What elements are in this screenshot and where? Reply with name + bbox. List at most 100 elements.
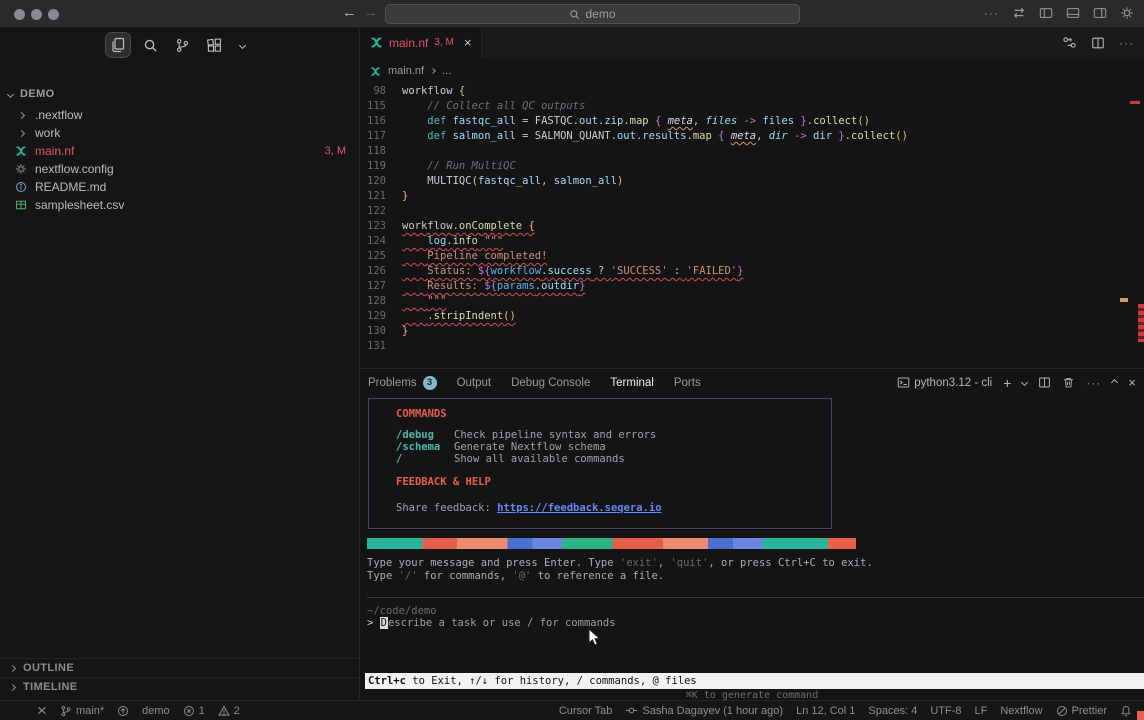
toggle-secondary-sidebar-icon[interactable] bbox=[1093, 6, 1107, 20]
terminal-body[interactable]: COMMANDS /debugCheck pipeline syntax and… bbox=[360, 396, 1144, 701]
close-panel-icon[interactable]: × bbox=[1128, 375, 1136, 390]
nextflow-file-icon bbox=[370, 36, 383, 49]
status-item-publish[interactable] bbox=[117, 705, 129, 717]
code-line-117[interactable]: 117 def salmon_all = SALMON_QUANT.out.re… bbox=[360, 129, 1144, 144]
sidebar-explorer: DEMO .nextflowworkmain.nf3, Mnextflow.co… bbox=[0, 28, 360, 700]
terminal-instance[interactable]: python3.12 - cli bbox=[897, 376, 992, 389]
open-changes-icon[interactable] bbox=[1062, 35, 1077, 50]
traffic-light-close[interactable] bbox=[14, 9, 25, 20]
code-editor[interactable]: 98 workflow {115 // Collect all QC output… bbox=[360, 84, 1144, 354]
status-item-spaces-4[interactable]: Spaces: 4 bbox=[868, 705, 917, 717]
section-title: DEMO bbox=[20, 88, 55, 100]
line-number: 98 bbox=[360, 84, 386, 99]
extensions-icon[interactable] bbox=[202, 33, 226, 57]
file-row-nextflow-config[interactable]: nextflow.config bbox=[0, 160, 360, 178]
status-item-demo[interactable]: demo bbox=[142, 705, 170, 717]
breadcrumb-more[interactable]: ... bbox=[442, 65, 451, 77]
explorer-section-header[interactable]: DEMO bbox=[8, 88, 55, 100]
status-item-remote[interactable] bbox=[34, 704, 47, 717]
split-terminal-icon[interactable] bbox=[1038, 376, 1051, 389]
status-item-utf-8[interactable]: UTF-8 bbox=[930, 705, 961, 717]
tab-main-nf[interactable]: main.nf 3, M × bbox=[360, 28, 482, 57]
bell-icon bbox=[1120, 705, 1132, 717]
code-line-125[interactable]: 125 Pipeline completed! bbox=[360, 249, 1144, 264]
status-item-main-[interactable]: main* bbox=[60, 705, 104, 717]
code-line-124[interactable]: 124 log.info """ bbox=[360, 234, 1144, 249]
activity-overflow-icon[interactable] bbox=[234, 33, 250, 57]
status-item-lf[interactable]: LF bbox=[975, 705, 988, 717]
status-item-bell[interactable] bbox=[1120, 705, 1132, 717]
cli-command-row: /schemaGenerate Nextflow schema bbox=[396, 442, 656, 454]
panel-tab-terminal[interactable]: Terminal bbox=[610, 377, 653, 389]
toggle-sidebar-icon[interactable] bbox=[1039, 6, 1053, 20]
kill-terminal-icon[interactable] bbox=[1062, 376, 1075, 389]
terminal-dropdown-icon[interactable] bbox=[1021, 379, 1028, 386]
toggle-panel-icon[interactable] bbox=[1066, 6, 1080, 20]
status-item-2[interactable]: 2 bbox=[218, 705, 240, 717]
code-line-129[interactable]: 129 .stripIndent() bbox=[360, 309, 1144, 324]
divider bbox=[367, 597, 1144, 598]
file-row-readme-md[interactable]: README.md bbox=[0, 178, 360, 196]
outline-section[interactable]: OUTLINE bbox=[0, 658, 360, 677]
file-row-samplesheet-csv[interactable]: samplesheet.csv bbox=[0, 196, 360, 214]
code-line-121[interactable]: 121} bbox=[360, 189, 1144, 204]
explorer-icon[interactable] bbox=[106, 33, 130, 57]
feedback-link[interactable]: https://feedback.seqera.io bbox=[497, 502, 661, 514]
panel-tab-problems[interactable]: Problems3 bbox=[368, 376, 437, 390]
file-row--nextflow[interactable]: .nextflow bbox=[0, 106, 360, 124]
panel-more-actions-icon[interactable]: ··· bbox=[1086, 376, 1101, 390]
new-terminal-icon[interactable]: + bbox=[1003, 375, 1011, 391]
status-item-ln-12-col-1[interactable]: Ln 12, Col 1 bbox=[796, 705, 855, 717]
customize-layout-icon[interactable] bbox=[1120, 6, 1134, 20]
file-row-main-nf[interactable]: main.nf3, M bbox=[0, 142, 360, 160]
traffic-light-minimize[interactable] bbox=[31, 9, 42, 20]
search-view-icon[interactable] bbox=[138, 33, 162, 57]
panel-tab-output[interactable]: Output bbox=[457, 377, 492, 389]
breadcrumb[interactable]: main.nf ... bbox=[370, 61, 451, 81]
cli-prompt[interactable]: > Describe a task or use / for commands bbox=[367, 617, 616, 629]
line-content: workflow { bbox=[402, 84, 465, 99]
file-row-work[interactable]: work bbox=[0, 124, 360, 142]
timeline-section[interactable]: TIMELINE bbox=[0, 677, 360, 696]
code-line-123[interactable]: 123workflow.onComplete { bbox=[360, 219, 1144, 234]
status-item-1[interactable]: 1 bbox=[183, 705, 205, 717]
code-line-127[interactable]: 127 Results: ${params.outdir} bbox=[360, 279, 1144, 294]
panel-tab-debug-console[interactable]: Debug Console bbox=[511, 377, 590, 389]
code-line-119[interactable]: 119 // Run MultiQC bbox=[360, 159, 1144, 174]
line-number: 127 bbox=[360, 279, 386, 294]
nextflow-file-icon bbox=[370, 66, 381, 77]
code-line-130[interactable]: 130} bbox=[360, 324, 1144, 339]
code-line-118[interactable]: 118 bbox=[360, 144, 1144, 159]
editor-more-actions-icon[interactable]: ··· bbox=[1119, 36, 1134, 50]
source-control-icon[interactable] bbox=[170, 33, 194, 57]
status-item-prettier[interactable]: Prettier bbox=[1056, 705, 1107, 717]
line-number: 120 bbox=[360, 174, 386, 189]
forward-arrow-icon[interactable]: → bbox=[363, 4, 378, 21]
split-editor-icon[interactable] bbox=[1091, 36, 1105, 50]
status-item-label: Sasha Dagayev (1 hour ago) bbox=[642, 705, 783, 717]
code-line-115[interactable]: 115 // Collect all QC outputs bbox=[360, 99, 1144, 114]
mouse-cursor bbox=[588, 628, 601, 647]
code-line-131[interactable]: 131 bbox=[360, 339, 1144, 354]
breadcrumb-file[interactable]: main.nf bbox=[388, 65, 424, 77]
command-center-search[interactable]: demo bbox=[385, 4, 800, 24]
status-item-nextflow[interactable]: Nextflow bbox=[1000, 705, 1042, 717]
status-item-sasha-dagayev-1-hour-ago-[interactable]: Sasha Dagayev (1 hour ago) bbox=[625, 704, 783, 717]
more-actions-icon[interactable]: ··· bbox=[984, 6, 999, 20]
commit-icon bbox=[625, 704, 638, 717]
code-line-126[interactable]: 126 Status: ${workflow.success ? 'SUCCES… bbox=[360, 264, 1144, 279]
tab-problem-badge: 3, M bbox=[434, 37, 453, 48]
code-line-122[interactable]: 122 bbox=[360, 204, 1144, 219]
panel-tab-ports[interactable]: Ports bbox=[674, 377, 701, 389]
traffic-light-maximize[interactable] bbox=[48, 9, 59, 20]
status-item-cursor-tab[interactable]: Cursor Tab bbox=[559, 705, 613, 717]
code-line-98[interactable]: 98 workflow { bbox=[360, 84, 1144, 99]
back-arrow-icon[interactable]: ← bbox=[342, 4, 357, 21]
code-line-128[interactable]: 128 """ bbox=[360, 294, 1144, 309]
close-tab-icon[interactable]: × bbox=[464, 35, 472, 50]
swap-arrows-icon[interactable] bbox=[1012, 6, 1026, 20]
cli-command-row: /Show all available commands bbox=[396, 454, 656, 466]
code-line-120[interactable]: 120 MULTIQC(fastqc_all, salmon_all) bbox=[360, 174, 1144, 189]
maximize-panel-icon[interactable] bbox=[1111, 379, 1118, 386]
code-line-116[interactable]: 116 def fastqc_all = FASTQC.out.zip.map … bbox=[360, 114, 1144, 129]
